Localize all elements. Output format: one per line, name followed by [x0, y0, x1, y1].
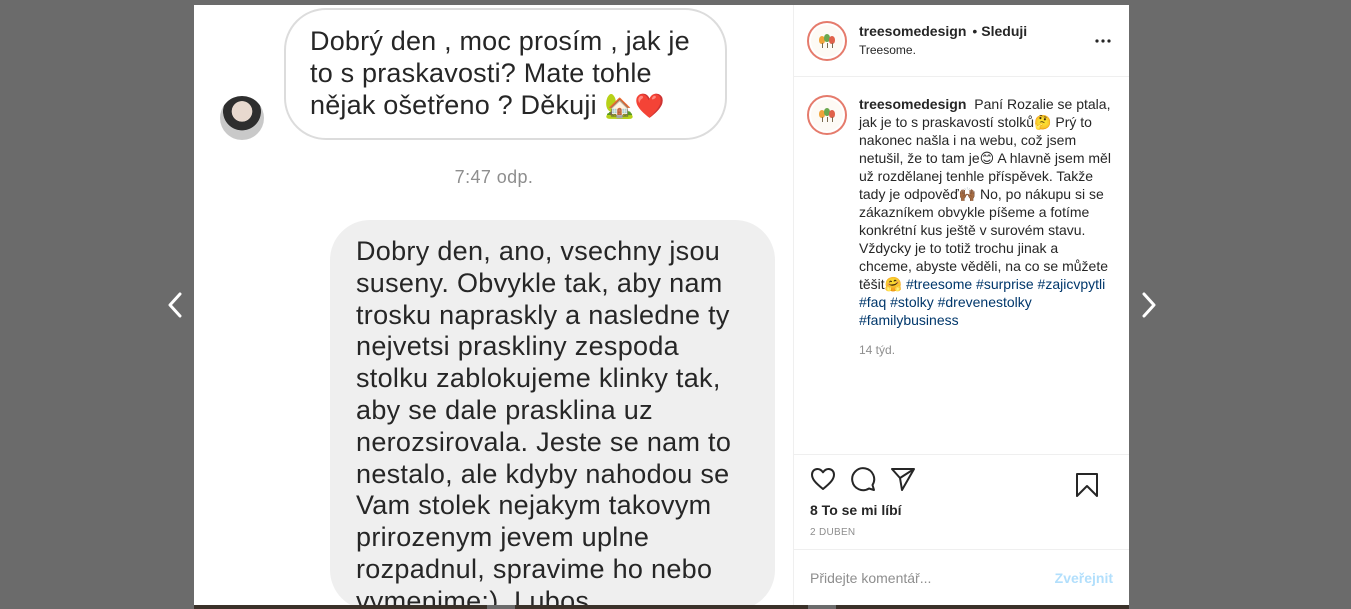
treesome-logo-icon — [811, 24, 843, 57]
next-post-button[interactable] — [1134, 287, 1164, 323]
profile-avatar[interactable] — [807, 20, 847, 61]
comment-input[interactable] — [810, 569, 1055, 586]
chevron-right-icon — [1142, 292, 1156, 318]
post-image[interactable]: Dobrý den , moc prosím , jak je to s pra… — [194, 5, 794, 605]
hashtag-link[interactable]: #surprise — [976, 276, 1034, 292]
hashtag-link[interactable]: #stolky — [890, 294, 934, 310]
hashtag-link[interactable]: #zajicvpytli — [1038, 276, 1106, 292]
profile-subtitle: Treesome. — [859, 43, 916, 57]
hashtag-link[interactable]: #treesome — [906, 276, 972, 292]
more-horizontal-icon — [1095, 39, 1111, 43]
share-icon — [891, 468, 915, 491]
post-modal: Dobrý den , moc prosím , jak je to s pra… — [194, 5, 1129, 605]
comment-button[interactable] — [850, 459, 890, 499]
hashtag-link[interactable]: #faq — [859, 294, 886, 310]
outgoing-message-text: Dobry den, ano, vsechny jsou suseny. Obv… — [356, 236, 732, 605]
comment-form: Zveřejnit — [794, 549, 1129, 605]
comment-icon — [851, 467, 876, 492]
thumbnail-strip — [515, 605, 808, 609]
hashtag-link[interactable]: #familybusiness — [859, 312, 959, 328]
thumbnail-strip — [194, 605, 487, 609]
house-heart-emoji: 🏡❤️ — [604, 93, 665, 120]
profile-username-link[interactable]: treesomedesign — [859, 22, 966, 40]
thumbnail-strip — [836, 605, 1129, 609]
previous-post-button[interactable] — [160, 287, 190, 323]
caption-avatar[interactable] — [807, 95, 847, 135]
following-button[interactable]: Sleduji — [981, 22, 1027, 40]
save-button[interactable] — [1075, 465, 1115, 505]
sender-avatar — [220, 96, 264, 140]
more-options-button[interactable] — [1093, 31, 1113, 51]
post-caption: treesomedesign Paní Rozalie se ptala, ja… — [859, 95, 1111, 329]
action-bar — [794, 455, 1129, 503]
chevron-left-icon — [168, 292, 182, 318]
heart-icon — [811, 468, 835, 490]
treesome-logo-icon — [811, 99, 843, 131]
hashtag-link[interactable]: #drevenestolky — [938, 294, 1032, 310]
post-sidebar: treesomedesign • Sleduji Treesome. trees… — [794, 5, 1129, 605]
message-timestamp: 7:47 odp. — [454, 167, 534, 187]
share-button[interactable] — [890, 459, 930, 499]
incoming-message-bubble: Dobrý den , moc prosím , jak je to s pra… — [284, 8, 727, 140]
publish-comment-button[interactable]: Zveřejnit — [1055, 570, 1113, 586]
bookmark-icon — [1076, 473, 1098, 497]
like-button[interactable] — [810, 459, 850, 499]
caption-section: treesomedesign Paní Rozalie se ptala, ja… — [794, 77, 1129, 455]
post-date[interactable]: 2 DUBEN — [794, 527, 1129, 545]
caption-text: Paní Rozalie se ptala, jak je to s prask… — [859, 96, 1111, 292]
caption-age[interactable]: 14 týd. — [859, 343, 1111, 357]
outgoing-message-bubble: Dobry den, ano, vsechny jsou suseny. Obv… — [330, 220, 775, 605]
caption-username-link[interactable]: treesomedesign — [859, 96, 966, 112]
header-separator: • — [972, 23, 978, 39]
post-header: treesomedesign • Sleduji Treesome. — [794, 5, 1129, 77]
